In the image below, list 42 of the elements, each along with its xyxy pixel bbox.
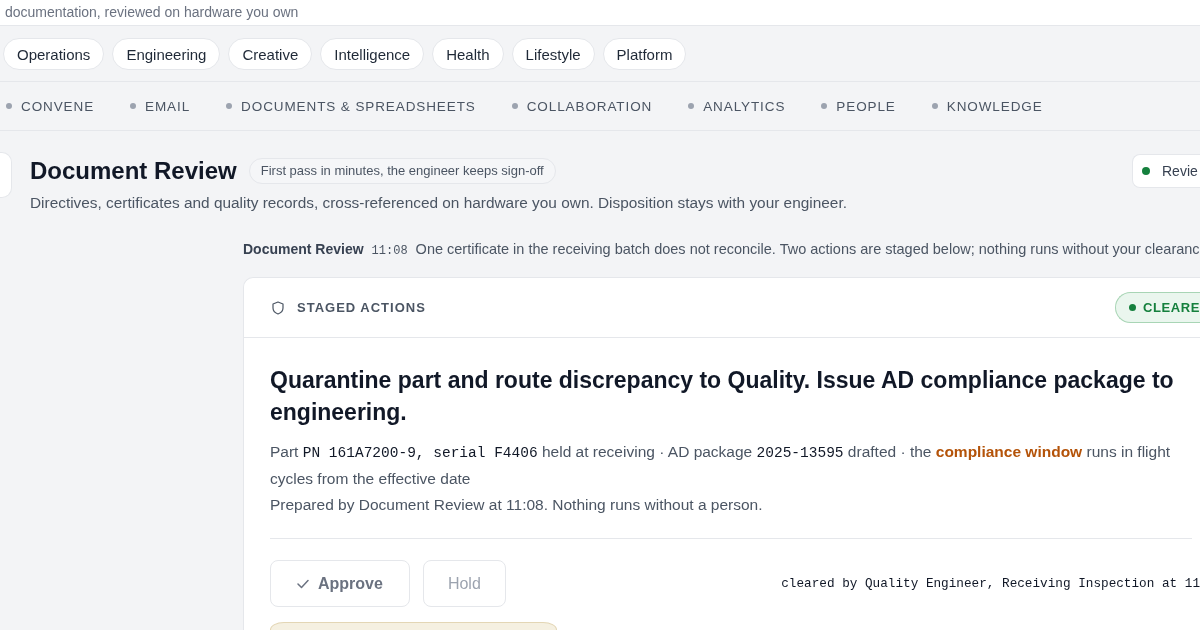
category-tab[interactable]: Lifestyle [511,38,595,70]
action-heading: Quarantine part and route discrepancy to Quality. Issue AD compliance package to engineering. [270,366,1175,427]
shield-icon [272,300,284,315]
category-link[interactable]: COLLABORATION [526,98,653,114]
badge-label: CLEARE [1142,300,1200,315]
audit-note: cleared by Quality Engineer, Receiving Inspection at 11 [781,576,1200,591]
prepared-note: Prepared by Document Review at 11:08. Nothing runs without a person. [270,495,764,515]
tagline-chip: First pass in minutes, the engineer keeps sign-off [248,158,556,184]
section-title: STAGED ACTIONS [297,300,426,315]
category-tab[interactable]: Health [432,38,504,70]
status-dot-icon [1128,304,1136,311]
bullet-icon [931,103,938,109]
bullet-icon [511,103,518,109]
bullet-icon [821,103,828,109]
category-link[interactable]: KNOWLEDGE [946,98,1043,114]
banner-text: documentation, reviewed on hardware you own [5,3,299,21]
status-message: One certificate in the receiving batch does not reconcile. Two actions are staged below; nothing runs without your clearanc [415,240,1200,259]
category-tab[interactable]: Platform [602,38,687,70]
page-title: Document Review [30,156,237,186]
category-link[interactable]: ANALYTICS [703,98,786,114]
category-link[interactable]: EMAIL [145,98,191,114]
check-icon [297,578,309,589]
compliance-link[interactable]: compliance window [935,443,1083,460]
bullet-icon [688,103,695,109]
bullet-icon [130,103,137,109]
status-dot-icon [1142,167,1150,175]
action-detail: Part PN 161A7200-9, serial F4406 held at receiving · AD package 2025-13595 drafted · the compliance window runs in flight cycles from the effective date [270,442,1172,489]
approve-button[interactable]: Approve [270,560,410,607]
category-tab[interactable]: Creative [228,38,313,70]
category-link[interactable]: CONVENE [21,98,95,114]
timestamp: 11:08 [371,243,408,260]
bullet-icon [6,103,12,109]
category-tab[interactable]: Engineering [112,38,221,70]
agent-name: Document Review [243,240,364,259]
page-description: Directives, certificates and quality records, cross-referenced on hardware you own. Disposition stays with your engineer. [30,193,848,213]
category-tab[interactable]: Operations [3,38,105,70]
bullet-icon [226,103,233,109]
chip-label: Revie [1162,163,1198,179]
category-link[interactable]: PEOPLE [836,98,896,114]
category-tab[interactable]: Intelligence [320,38,425,70]
category-link[interactable]: DOCUMENTS & SPREADSHEETS [241,98,476,114]
side-card-edge [0,152,12,198]
